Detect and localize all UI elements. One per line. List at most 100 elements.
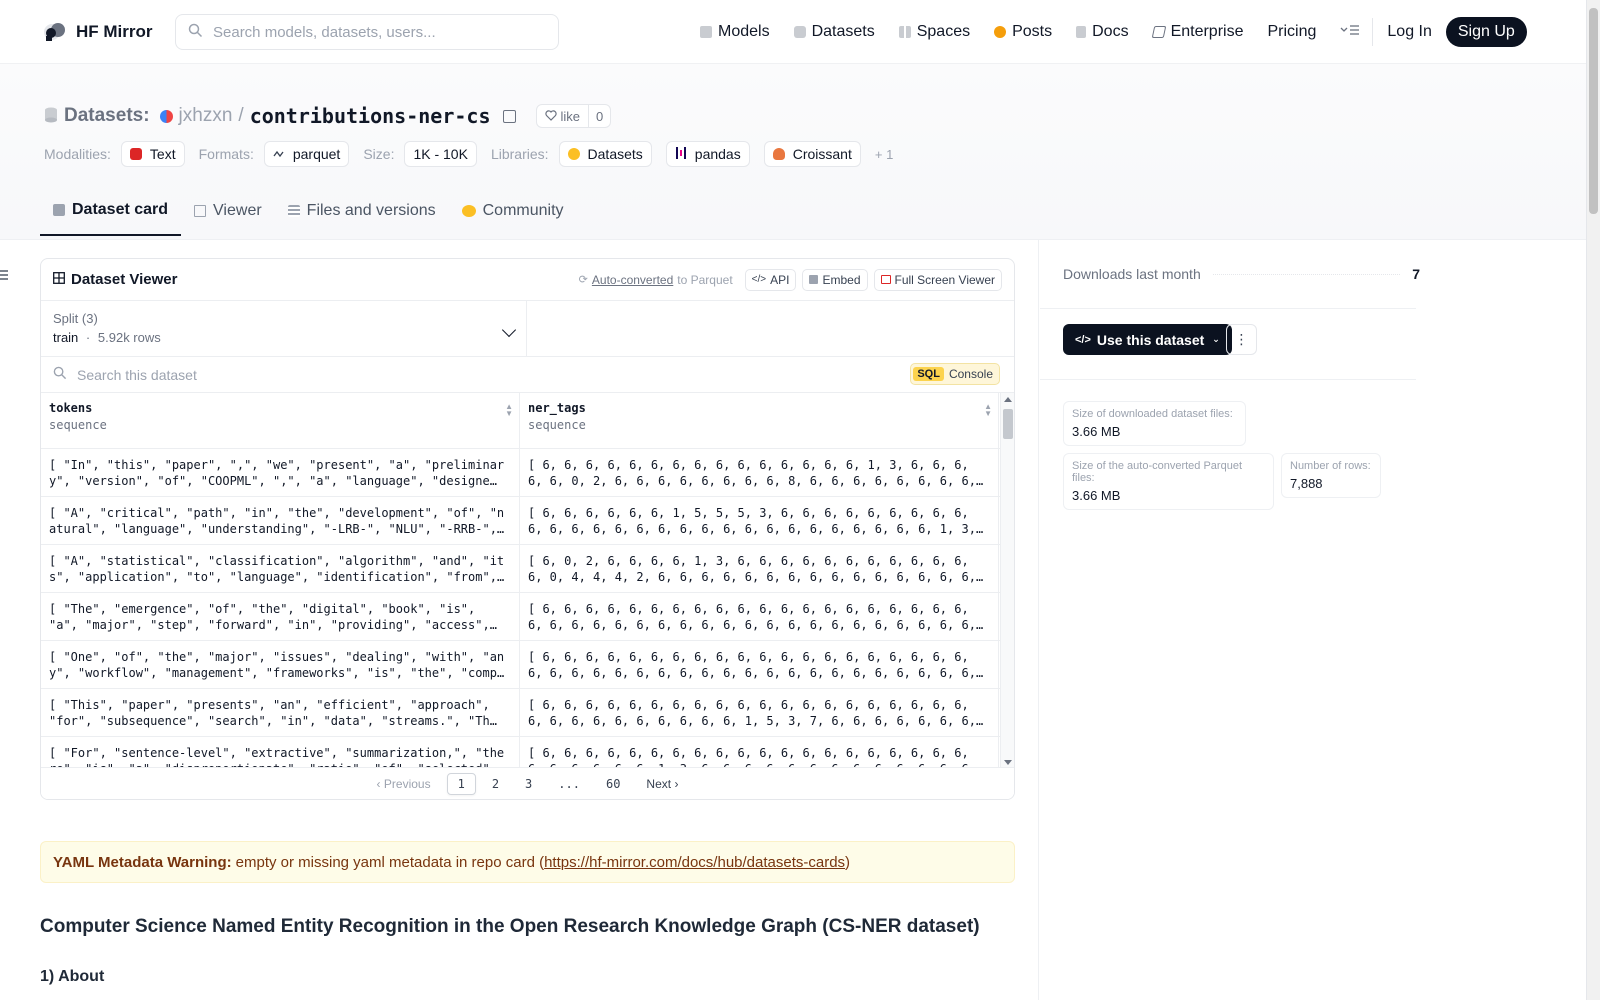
scroll-thumb[interactable] (1003, 409, 1013, 439)
nav-enterprise[interactable]: Enterprise (1151, 23, 1243, 41)
global-search[interactable] (175, 14, 559, 50)
owner-link[interactable]: jxhzxn (179, 105, 233, 127)
table-cell[interactable]: [ 6, 6, 6, 6, 6, 6, 1, 5, 5, 5, 3, 6, 6,… (520, 497, 999, 544)
toc-toggle-icon[interactable] (0, 267, 8, 283)
column-name: ner_tags (528, 401, 586, 415)
previous-page-button[interactable]: ‹ Previous (367, 774, 441, 794)
table-cell[interactable]: [ 6, 0, 2, 6, 6, 6, 6, 1, 3, 6, 6, 6, 6,… (520, 545, 999, 592)
tag-datasets[interactable]: Datasets (558, 141, 652, 167)
cell-text: [ "In", "this", "paper", ",", "we", "pre… (49, 458, 505, 488)
page-2-button[interactable]: 2 (482, 774, 509, 794)
stat-value: 7,888 (1290, 476, 1323, 491)
nav-datasets[interactable]: Datasets (793, 23, 875, 41)
tab-dataset-card[interactable]: Dataset card (40, 186, 182, 236)
split-selector[interactable]: Split (3) train · 5.92k rows (41, 301, 527, 356)
dataset-search-input[interactable] (77, 366, 777, 383)
table-cell[interactable]: [ "A", "statistical", "classification", … (41, 545, 520, 592)
scroll-up-icon[interactable] (1004, 397, 1012, 402)
table-row[interactable]: [ "A", "critical", "path", "in", "the", … (41, 497, 1014, 545)
signup-button[interactable]: Sign Up (1445, 17, 1527, 47)
embed-button[interactable]: Embed (802, 268, 868, 291)
tag-size-label: 1K - 10K (413, 146, 468, 162)
dataset-search[interactable]: SQL Console (41, 357, 1014, 393)
sort-icon[interactable]: ▲ ▼ (984, 403, 992, 418)
cell-text: [ "The", "emergence", "of", "the", "digi… (49, 602, 490, 632)
nav-spaces[interactable]: Spaces (898, 23, 971, 41)
table-cell[interactable]: [ 6, 6, 6, 6, 6, 6, 6, 6, 6, 6, 6, 6, 6,… (520, 593, 999, 640)
repo-kind-label: Datasets: (64, 105, 150, 126)
parquet-icon (273, 146, 285, 162)
table-cell[interactable]: [ "For", "sentence-level", "extractive",… (41, 737, 520, 769)
page-1-button[interactable]: 1 (446, 772, 476, 795)
fullscreen-viewer-button[interactable]: Full Screen Viewer (873, 268, 1002, 291)
global-search-input[interactable] (213, 23, 533, 41)
tab-files-label: Files and versions (306, 202, 436, 219)
data-grid: tokens sequence ▲ ▼ ner_tags sequence ▲ ▼ … (41, 393, 1014, 769)
table-cell[interactable]: [ "A", "critical", "path", "in", "the", … (41, 497, 520, 544)
datasets-cards-link[interactable]: https://hf-mirror.com/docs/hub/datasets-… (544, 854, 845, 871)
page-ellipsis: ... (558, 776, 580, 791)
datasets-icon (793, 26, 806, 38)
table-cell[interactable]: [ "In", "this", "paper", ",", "we", "pre… (41, 449, 520, 496)
tag-size[interactable]: 1K - 10K (404, 141, 477, 167)
tab-viewer[interactable]: Viewer (181, 186, 275, 236)
table-row[interactable]: [ "This", "paper", "presents", "an", "ef… (41, 689, 1014, 737)
hf-logo-icon (42, 20, 68, 44)
tag-pandas[interactable]: pandas (665, 141, 750, 167)
grid-icon (53, 271, 65, 288)
copy-icon[interactable] (502, 109, 516, 123)
table-row[interactable]: [ "The", "emergence", "of", "the", "digi… (41, 593, 1014, 641)
fullscreen-table-icon (880, 275, 891, 284)
tag-text[interactable]: Text (120, 141, 185, 167)
table-row[interactable]: [ "A", "statistical", "classification", … (41, 545, 1014, 593)
table-cell[interactable]: [ "One", "of", "the", "major", "issues",… (41, 641, 520, 688)
nav-docs[interactable]: Docs (1076, 23, 1129, 41)
table-cell[interactable]: [ 6, 6, 6, 6, 6, 6, 6, 6, 6, 6, 6, 6, 6,… (520, 689, 999, 736)
nav-models[interactable]: Models (700, 23, 770, 41)
more-options-button[interactable]: ⋮ (1226, 324, 1257, 355)
table-row[interactable]: [ "In", "this", "paper", ",", "we", "pre… (41, 449, 1014, 497)
sidebar-separator (1040, 379, 1416, 380)
page-60-button[interactable]: 60 (596, 774, 630, 794)
table-cell[interactable]: [ 6, 6, 6, 6, 6, 6, 6, 6, 6, 6, 6, 6, 6,… (520, 737, 999, 769)
sql-console-button[interactable]: SQL Console (910, 363, 1000, 385)
grid-scrollbar[interactable] (1000, 393, 1014, 769)
table-cell[interactable]: [ 6, 6, 6, 6, 6, 6, 6, 6, 6, 6, 6, 6, 6,… (520, 449, 999, 496)
table-cell[interactable]: [ "The", "emergence", "of", "the", "digi… (41, 593, 520, 640)
table-row[interactable]: [ "For", "sentence-level", "extractive",… (41, 737, 1014, 769)
auto-converted-link[interactable]: Auto-converted (592, 273, 673, 287)
api-button[interactable]: </> API (744, 268, 797, 291)
use-dataset-label: Use this dataset (1096, 331, 1205, 348)
tag-croissant[interactable]: Croissant (763, 141, 861, 167)
repo-header: Datasets: jxhzxn / contributions-ner-cs … (0, 64, 1586, 240)
page-scroll-thumb[interactable] (1589, 8, 1598, 214)
tab-community-label: Community (482, 202, 564, 219)
column-header-tokens[interactable]: tokens sequence ▲ ▼ (41, 393, 520, 448)
scroll-down-icon[interactable] (1004, 760, 1012, 765)
stat-parquet-size: Size of the auto-converted Parquet files… (1063, 453, 1274, 510)
tag-text-label: Text (149, 146, 176, 162)
table-row[interactable]: [ "One", "of", "the", "major", "issues",… (41, 641, 1014, 689)
repo-name[interactable]: contributions-ner-cs (250, 104, 491, 128)
tab-files[interactable]: Files and versions (275, 186, 449, 236)
column-header-ner-tags[interactable]: ner_tags sequence ▲ ▼ (520, 393, 999, 448)
table-cell[interactable]: [ 6, 6, 6, 6, 6, 6, 6, 6, 6, 6, 6, 6, 6,… (520, 641, 999, 688)
table-cell[interactable]: [ "This", "paper", "presents", "an", "ef… (41, 689, 520, 736)
nav-posts[interactable]: Posts (994, 23, 1052, 41)
tab-community[interactable]: Community (449, 186, 577, 236)
nav-pricing[interactable]: Pricing (1267, 23, 1316, 41)
use-this-dataset-button[interactable]: </> Use this dataset ⌄ (1063, 324, 1232, 355)
nav-spaces-label: Spaces (916, 23, 971, 40)
tag-parquet[interactable]: parquet (263, 141, 350, 167)
next-page-button[interactable]: Next › (636, 774, 688, 794)
nav-more-menu[interactable] (1340, 23, 1360, 41)
page-3-button[interactable]: 3 (515, 774, 542, 794)
pandas-icon (675, 146, 687, 163)
logo-link[interactable]: HF Mirror (42, 20, 153, 44)
sort-icon[interactable]: ▲ ▼ (505, 403, 513, 418)
page-scrollbar[interactable] (1586, 0, 1600, 1000)
like-button[interactable]: like 0 (535, 104, 612, 128)
viewer-header: Dataset Viewer ⟳ Auto-converted to Parqu… (41, 259, 1014, 301)
more-tags-link[interactable]: + 1 (875, 147, 893, 162)
login-link[interactable]: Log In (1387, 23, 1431, 41)
